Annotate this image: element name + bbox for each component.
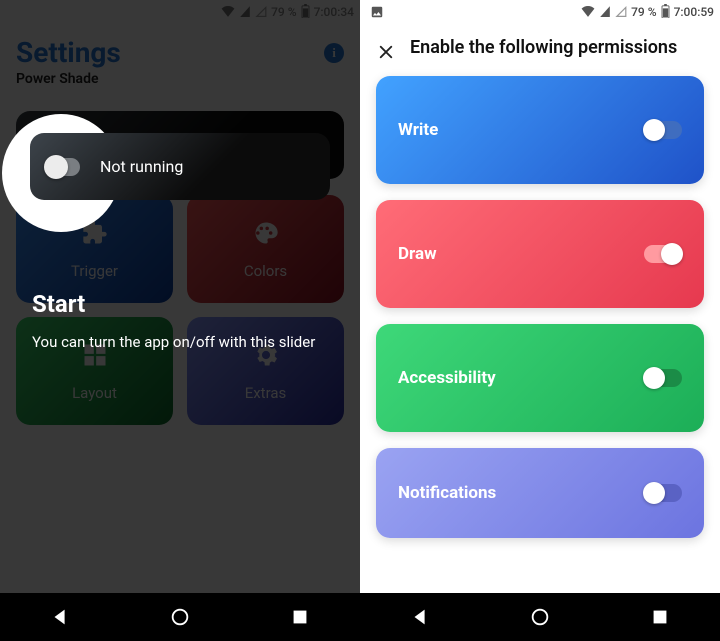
clock-text: 7:00:59 [674, 5, 714, 19]
perm-label: Draw [398, 244, 437, 264]
tutorial-title: Start [32, 290, 336, 318]
close-icon[interactable] [376, 42, 396, 62]
tutorial-text: Start You can turn the app on/off with t… [32, 290, 336, 353]
perm-accessibility-toggle[interactable] [644, 369, 682, 387]
image-app-icon [366, 5, 384, 19]
perm-notifications-toggle[interactable] [644, 484, 682, 502]
left-screen: 79 % 7:00:34 Settings i Power Shade Not … [0, 0, 360, 641]
permissions-header: Enable the following permissions [360, 24, 720, 68]
signal-icon [599, 5, 611, 20]
perm-label: Accessibility [398, 368, 496, 388]
perm-label: Notifications [398, 483, 496, 503]
nav-back-button[interactable] [409, 606, 431, 628]
nav-back-button[interactable] [49, 606, 71, 628]
perm-draw-toggle[interactable] [644, 245, 682, 263]
perm-write[interactable]: Write [376, 76, 704, 184]
tutorial-running-card[interactable]: Not running [30, 133, 330, 200]
tutorial-overlay: Not running Start You can turn the app o… [0, 0, 360, 641]
perm-write-toggle[interactable] [644, 121, 682, 139]
wifi-icon [581, 5, 595, 20]
signal-empty-icon [615, 5, 627, 20]
status-bar: 79 % 7:00:59 [360, 0, 720, 24]
permission-cards: Write Draw Accessibility Notifications [360, 68, 720, 538]
tutorial-body: You can turn the app on/off with this sl… [32, 332, 336, 353]
tutorial-toggle[interactable] [46, 158, 80, 176]
perm-draw[interactable]: Draw [376, 200, 704, 308]
battery-text: 79 % [631, 5, 656, 19]
nav-recent-button[interactable] [649, 606, 671, 628]
permissions-title: Enable the following permissions [410, 36, 677, 59]
nav-recent-button[interactable] [289, 606, 311, 628]
battery-icon [661, 4, 670, 21]
perm-accessibility[interactable]: Accessibility [376, 324, 704, 432]
perm-label: Write [398, 120, 438, 140]
tutorial-running-label: Not running [100, 157, 183, 176]
nav-bar [360, 593, 720, 641]
nav-home-button[interactable] [169, 606, 191, 628]
perm-notifications[interactable]: Notifications [376, 448, 704, 538]
nav-home-button[interactable] [529, 606, 551, 628]
right-screen: 79 % 7:00:59 Enable the following permis… [360, 0, 720, 641]
nav-bar [0, 593, 360, 641]
